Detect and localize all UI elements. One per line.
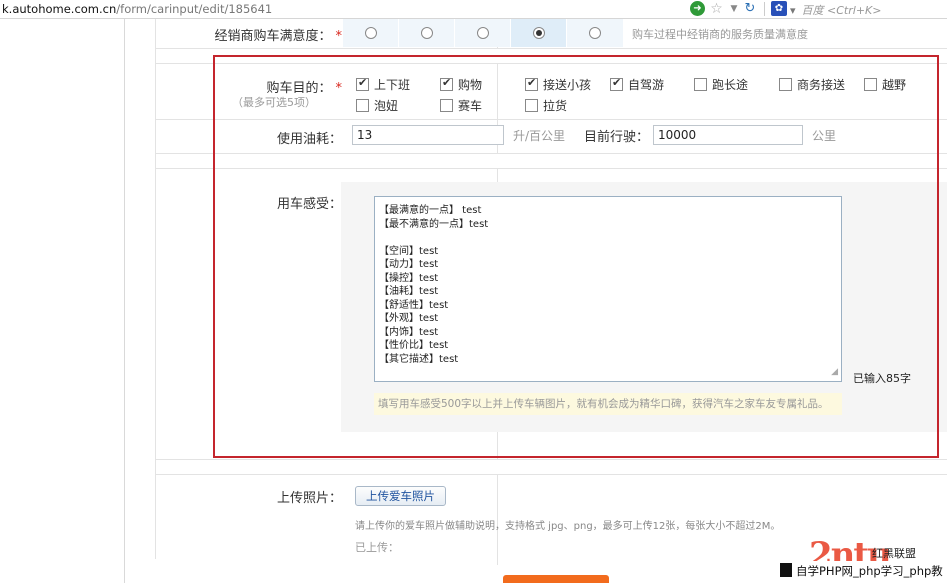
satisfaction-hint: 购车过程中经销商的服务质量满意度 (632, 28, 808, 41)
watermark-text: 自学PHP网_php学习_php教 (796, 564, 943, 578)
upload-photo-button[interactable]: 上传爱车照片 (355, 486, 446, 506)
submit-button[interactable] (503, 575, 609, 583)
photo-label: 上传照片： (276, 491, 342, 506)
satisfaction-option-4[interactable] (510, 19, 567, 47)
photo-help-text: 请上传你的爱车照片做辅助说明，支持格式 jpg、png，最多可上传12张，每张大… (355, 521, 781, 532)
radio-button[interactable] (477, 27, 489, 39)
paw-icon[interactable]: ✿ (771, 1, 787, 16)
chevron-down-icon[interactable]: ▼ (728, 1, 740, 16)
radio-button-selected[interactable] (533, 27, 545, 39)
satisfaction-option-5[interactable] (566, 19, 623, 47)
go-icon[interactable]: ➜ (690, 1, 705, 16)
satisfaction-option-2[interactable] (398, 19, 455, 47)
satisfaction-option-1[interactable] (342, 19, 399, 47)
page-left-border (124, 19, 125, 583)
toolbar-divider (764, 2, 765, 16)
satisfaction-option-3[interactable] (454, 19, 511, 47)
url-path: /form/carinput/edit/185641 (116, 2, 273, 16)
radio-button[interactable] (365, 27, 377, 39)
satisfaction-row: 经销商购车满意度： * 购车过程中经销商的服务质量满意度 (156, 19, 947, 49)
search-engine-field[interactable]: ▾ 百度 <Ctrl+K> (790, 2, 881, 18)
watermark-icon (780, 563, 792, 577)
address-bar[interactable]: k.autohome.com.cn/form/carinput/edit/185… (0, 0, 947, 19)
url-domain: k.autohome.com.cn (2, 2, 117, 16)
search-placeholder: 百度 <Ctrl+K> (801, 4, 882, 17)
url-text[interactable]: k.autohome.com.cn/form/carinput/edit/185… (2, 2, 272, 16)
satisfaction-label: 经销商购车满意度： * (214, 29, 342, 44)
chevron-down-icon: ▾ (790, 4, 796, 17)
watermark-brand: 红黑联盟 (872, 547, 916, 560)
uploaded-label: 已上传： (355, 541, 399, 554)
bookmark-star-icon[interactable]: ☆ (709, 1, 724, 17)
radio-button[interactable] (421, 27, 433, 39)
radio-button[interactable] (589, 27, 601, 39)
highlight-box (213, 55, 939, 458)
reload-icon[interactable]: ↻ (743, 1, 757, 16)
